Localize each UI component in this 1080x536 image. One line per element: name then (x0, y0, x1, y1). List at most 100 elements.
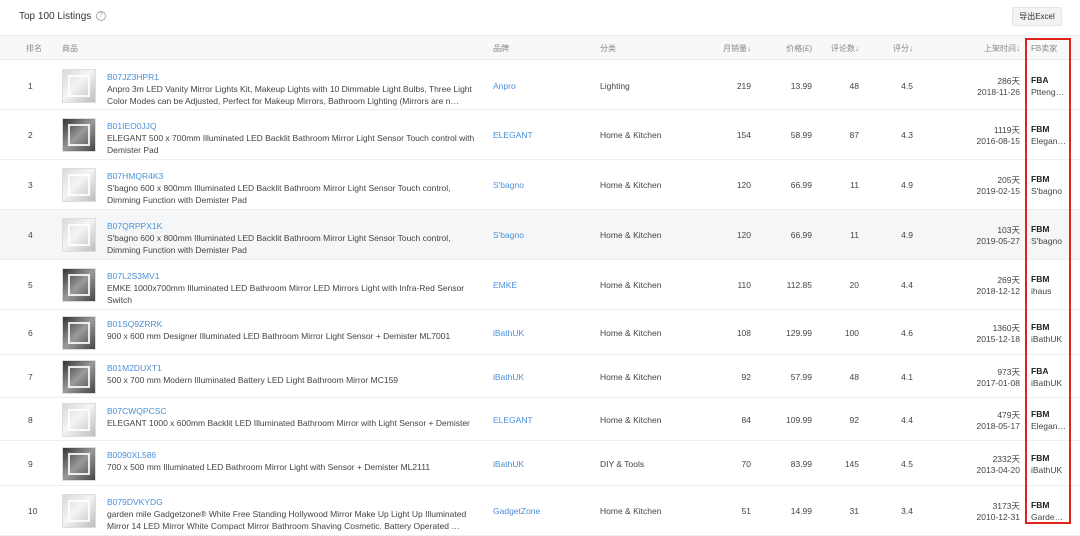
page-title: Top 100 Listings (19, 11, 92, 22)
listed-date: 2019-05-27 (976, 236, 1020, 246)
seller-name[interactable]: iBathUK (1031, 465, 1067, 475)
seller-name[interactable]: Elegant… (1031, 421, 1067, 431)
product-title: 700 x 500 mm Illuminated LED Bathroom Mi… (107, 462, 431, 472)
seller-name[interactable]: Pttengc… (1031, 87, 1067, 97)
category: Home & Kitchen (600, 415, 662, 425)
rating: 4.9 (901, 180, 913, 190)
listed-days: 479天 (997, 410, 1020, 420)
col-product: 商品 (62, 44, 78, 53)
product-thumbnail[interactable] (62, 316, 96, 350)
export-excel-button[interactable]: 导出Excel (1012, 7, 1062, 26)
brand-link[interactable]: Anpro (493, 81, 516, 91)
col-rating[interactable]: 评分↓ (893, 43, 913, 54)
rating: 4.4 (901, 415, 913, 425)
seller-name[interactable]: ihaus (1031, 286, 1067, 296)
brand-link[interactable]: ELEGANT (493, 130, 533, 140)
col-price[interactable]: 价格(£) (786, 43, 812, 54)
table-row[interactable]: 7 B01M2DUXT1 500 x 700 mm Modern Illuminat… (0, 355, 1080, 398)
help-icon[interactable]: ? (96, 11, 106, 21)
listed-date: 2010-12-31 (976, 512, 1020, 522)
asin-link[interactable]: B079DVKYDG (107, 497, 163, 507)
monthly-sales: 219 (736, 81, 751, 91)
table-row[interactable]: 10 B079DVKYDG garden mile Gadgetzone® Whit… (0, 486, 1080, 536)
price: 83.99 (790, 459, 812, 469)
seller-name[interactable]: S'bagno (1031, 186, 1067, 196)
brand-link[interactable]: iBathUK (493, 372, 524, 382)
rating: 4.1 (901, 372, 913, 382)
rating: 4.3 (901, 130, 913, 140)
listed-days: 973天 (997, 367, 1020, 377)
review-count: 20 (849, 280, 859, 290)
review-count: 100 (844, 328, 859, 338)
col-brand: 品牌 (493, 44, 509, 53)
table-row[interactable]: 8 B07CWQPCSC ELEGANT 1000 x 600mm Backlit … (0, 398, 1080, 441)
listed-days: 1119天 (993, 125, 1020, 135)
rating: 4.9 (901, 230, 913, 240)
product-thumbnail[interactable] (62, 360, 96, 394)
asin-link[interactable]: B01IEO0JJQ (107, 121, 157, 131)
table-row[interactable]: 5 B07L2S3MV1 EMKE 1000x700mm Illuminated L… (0, 260, 1080, 310)
col-reviews[interactable]: 评论数↓ (831, 43, 859, 54)
asin-link[interactable]: B07QRPPX1K (107, 221, 162, 231)
product-thumbnail[interactable] (62, 168, 96, 202)
review-count: 48 (849, 372, 859, 382)
monthly-sales: 84 (741, 415, 751, 425)
seller-name[interactable]: S'bagno (1031, 236, 1067, 246)
rank: 3 (28, 180, 33, 190)
product-title: 500 x 700 mm Modern Illuminated Battery … (107, 375, 399, 385)
brand-link[interactable]: S'bagno (493, 180, 524, 190)
review-count: 145 (844, 459, 859, 469)
price: 66.99 (790, 230, 812, 240)
brand-link[interactable]: EMKE (493, 280, 517, 290)
col-category: 分类 (600, 44, 616, 53)
fulfillment-type: FBM (1031, 274, 1050, 284)
asin-link[interactable]: B01M2DUXT1 (107, 363, 162, 373)
price: 129.99 (786, 328, 812, 338)
price: 58.99 (790, 130, 812, 140)
rank: 8 (28, 415, 33, 425)
category: DIY & Tools (600, 459, 645, 469)
table-row[interactable]: 4 B07QRPPX1K S'bagno 600 x 800mm Illuminat… (0, 210, 1080, 260)
seller-name[interactable]: Garden_… (1031, 512, 1067, 522)
product-thumbnail[interactable] (62, 447, 96, 481)
product-thumbnail[interactable] (62, 218, 96, 252)
brand-link[interactable]: iBathUK (493, 459, 524, 469)
product-thumbnail[interactable] (62, 494, 96, 528)
seller-name[interactable]: iBathUK (1031, 334, 1067, 344)
product-title: ELEGANT 1000 x 600mm Backlit LED Illumin… (107, 418, 470, 428)
listed-date: 2017-01-08 (976, 378, 1020, 388)
product-title: garden mile Gadgetzone® White Free Stand… (107, 509, 467, 531)
col-listed-time[interactable]: 上架时间↓ (984, 43, 1020, 54)
table-row[interactable]: 9 B0090XL586 700 x 500 mm Illuminated LED … (0, 441, 1080, 486)
asin-link[interactable]: B01SQ9ZRRK (107, 319, 162, 329)
fulfillment-type: FBA (1031, 75, 1049, 85)
brand-link[interactable]: ELEGANT (493, 415, 533, 425)
asin-link[interactable]: B07HMQR4K3 (107, 171, 163, 181)
product-thumbnail[interactable] (62, 268, 96, 302)
seller-name[interactable]: iBathUK (1031, 378, 1067, 388)
product-thumbnail[interactable] (62, 403, 96, 437)
table-row[interactable]: 6 B01SQ9ZRRK 900 x 600 mm Designer Illumin… (0, 310, 1080, 355)
table-row[interactable]: 2 B01IEO0JJQ ELEGANT 500 x 700mm Illuminat… (0, 110, 1080, 160)
asin-link[interactable]: B07JZ3HPR1 (107, 72, 159, 82)
brand-link[interactable]: GadgetZone (493, 506, 540, 516)
product-title: ELEGANT 500 x 700mm Illuminated LED Back… (107, 133, 475, 155)
asin-link[interactable]: B0090XL586 (107, 450, 156, 460)
rank: 2 (28, 130, 33, 140)
product-thumbnail[interactable] (62, 118, 96, 152)
brand-link[interactable]: iBathUK (493, 328, 524, 338)
product-title: S'bagno 600 x 800mm Illuminated LED Back… (107, 233, 451, 255)
rank: 6 (28, 328, 33, 338)
col-monthly-sales[interactable]: 月销量↓ (723, 43, 751, 54)
asin-link[interactable]: B07L2S3MV1 (107, 271, 159, 281)
product-thumbnail[interactable] (62, 69, 96, 103)
table-row[interactable]: 3 B07HMQR4K3 S'bagno 600 x 800mm Illuminat… (0, 160, 1080, 210)
brand-link[interactable]: S'bagno (493, 230, 524, 240)
price: 13.99 (790, 81, 812, 91)
seller-name[interactable]: Elegant… (1031, 136, 1067, 146)
category: Home & Kitchen (600, 328, 662, 338)
listed-days: 3173天 (992, 501, 1020, 511)
asin-link[interactable]: B07CWQPCSC (107, 406, 167, 416)
table-row[interactable]: 1 B07JZ3HPR1 Anpro 3m LED Vanity Mirror Li… (0, 61, 1080, 110)
category: Home & Kitchen (600, 180, 662, 190)
